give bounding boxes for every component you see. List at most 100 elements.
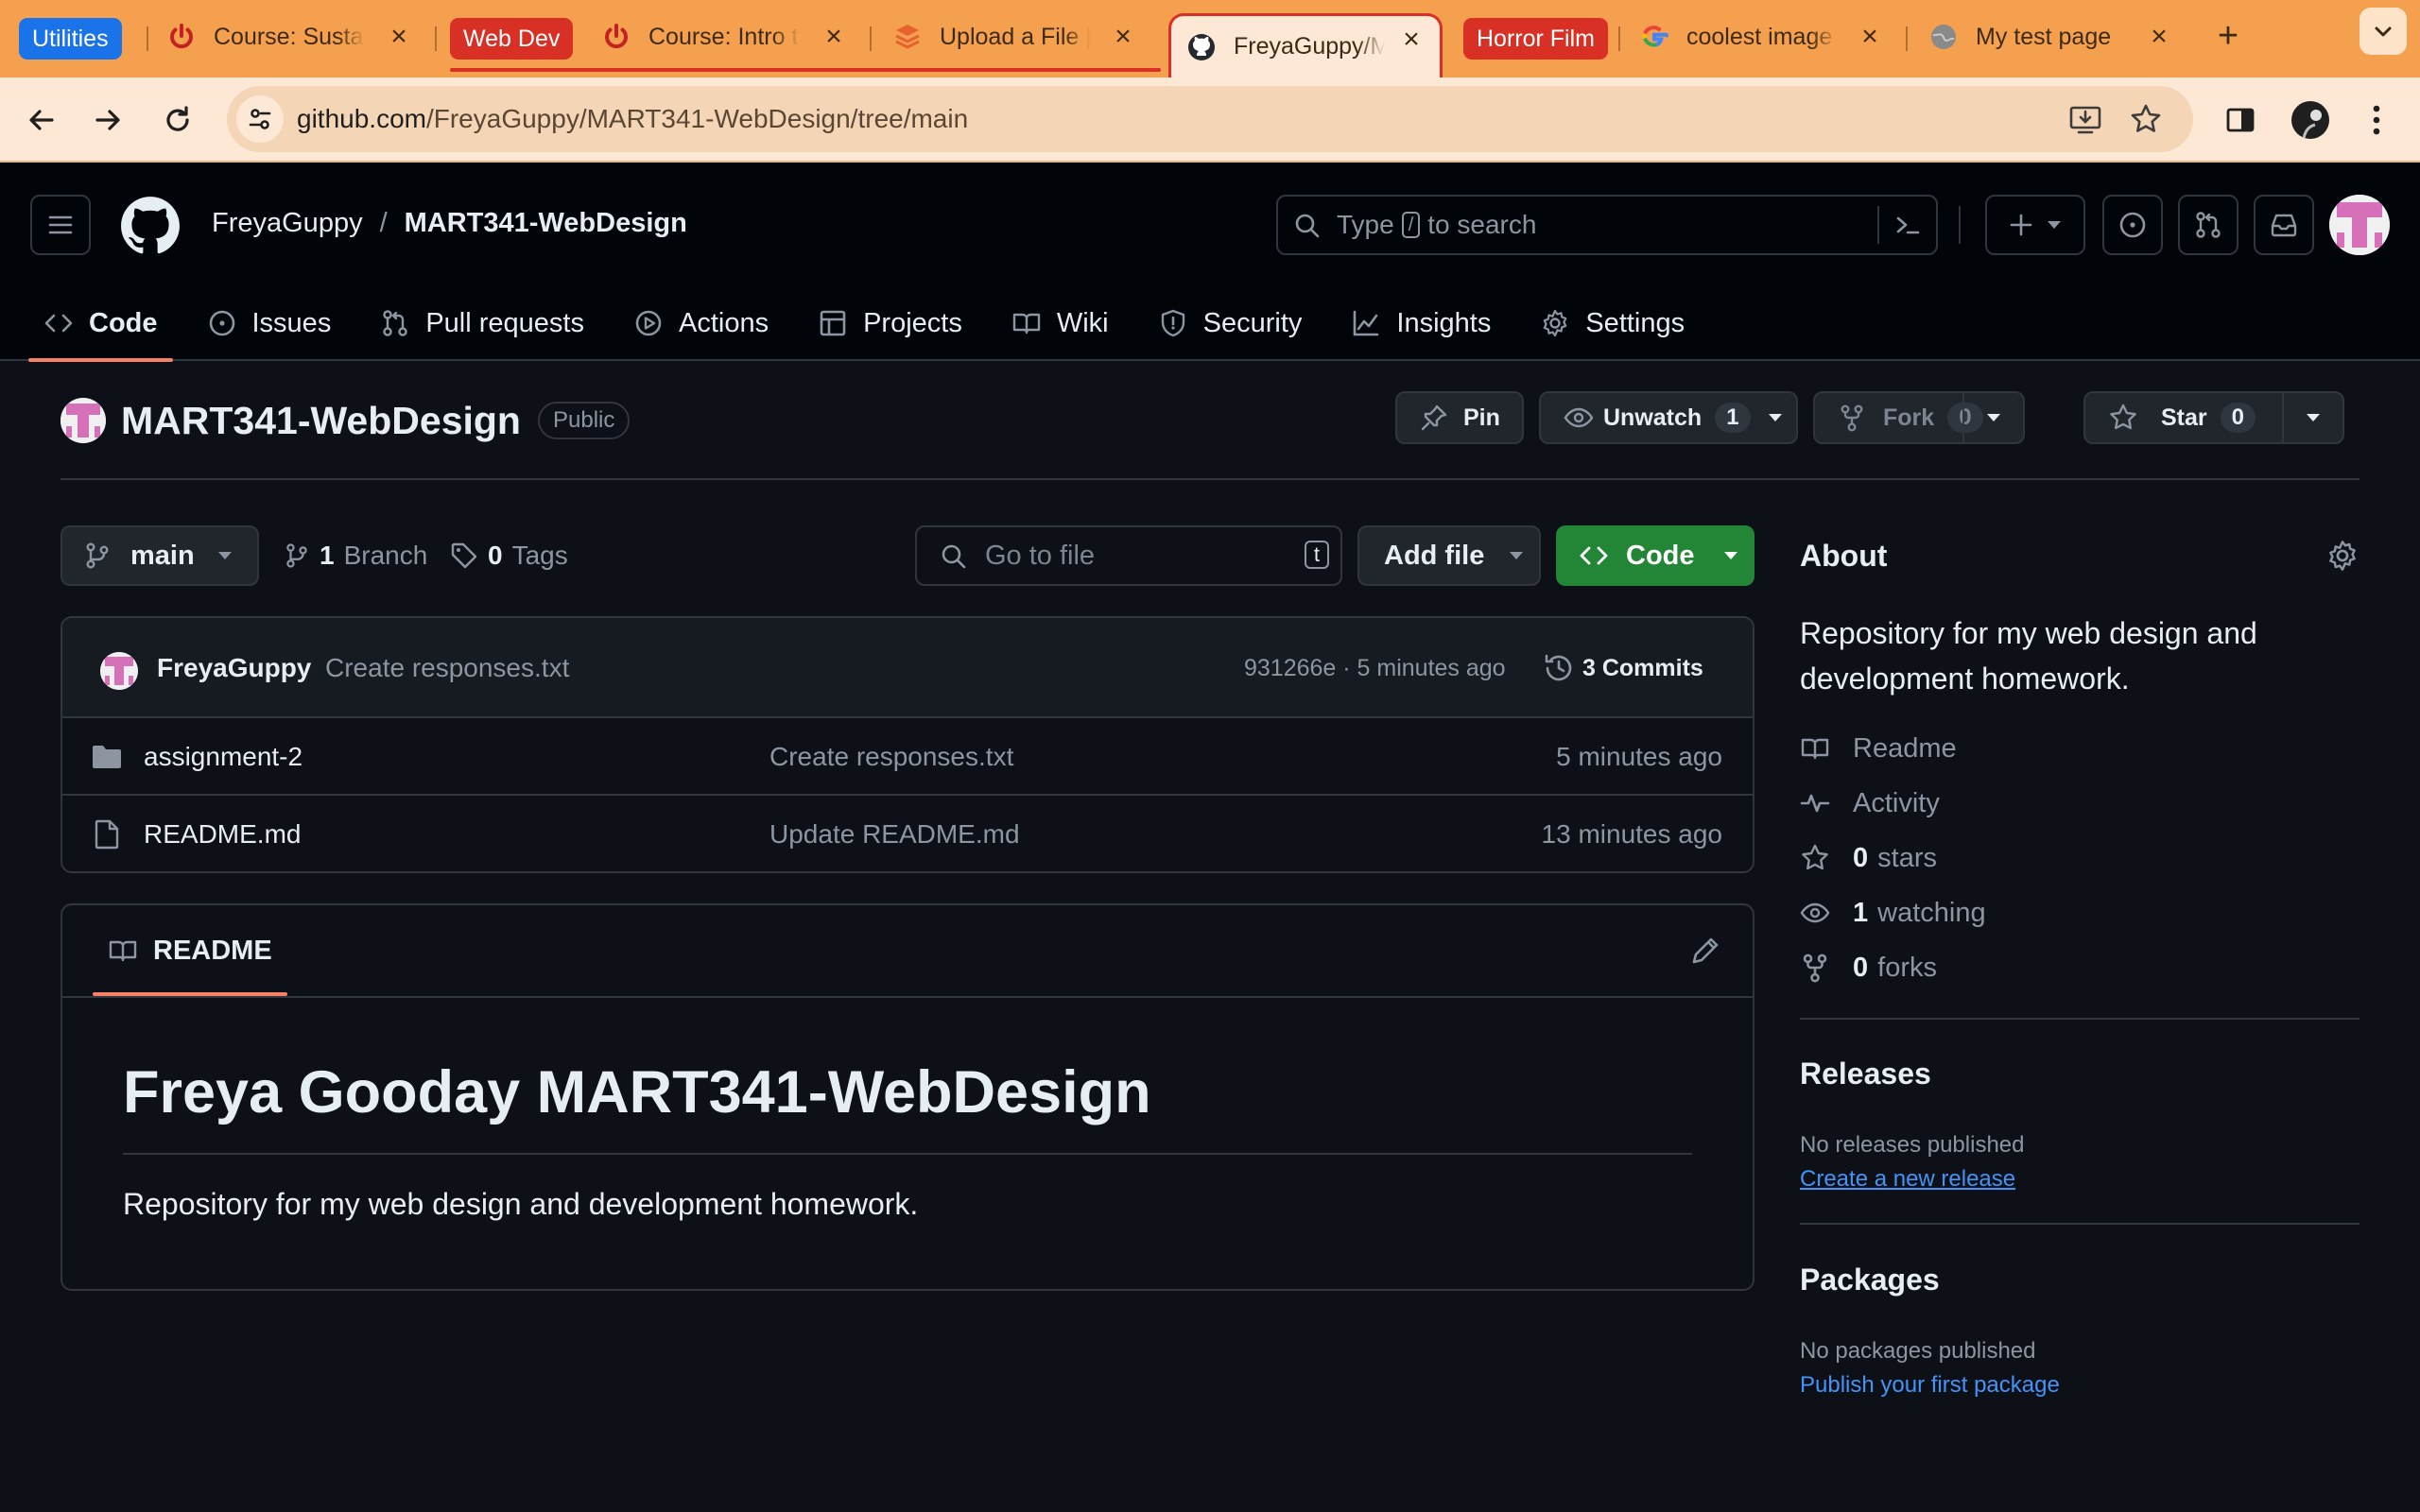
file-commit-message[interactable]: Create responses.txt <box>769 718 1013 796</box>
browser-tab[interactable]: Course: Sustai × <box>166 13 416 60</box>
tab-issues[interactable]: Issues <box>192 285 347 361</box>
bookmark-button[interactable] <box>2127 100 2165 138</box>
issues-button[interactable] <box>2102 195 2163 255</box>
reload-button[interactable] <box>151 94 204 146</box>
back-button[interactable] <box>15 94 68 146</box>
owner-avatar[interactable] <box>60 398 106 443</box>
file-name[interactable]: README.md <box>144 796 301 871</box>
gear-icon[interactable] <box>2325 539 2360 573</box>
browser-tab[interactable]: coolest image × <box>1639 13 1887 60</box>
tab-group-horror-film[interactable]: Horror Film <box>1463 18 1608 60</box>
close-icon[interactable]: × <box>1106 13 1140 60</box>
star-dropdown[interactable] <box>2282 393 2342 442</box>
go-to-file-input[interactable]: Go to file t <box>915 525 1342 586</box>
unwatch-button[interactable]: Unwatch 1 <box>1539 391 1798 444</box>
tab-security[interactable]: Security <box>1143 285 1318 361</box>
stars-label: stars <box>1877 842 1937 873</box>
pencil-icon[interactable] <box>1688 934 1722 968</box>
table-row[interactable]: assignment-2 Create responses.txt 5 minu… <box>62 718 1753 796</box>
create-release-link[interactable]: Create a new release <box>1800 1166 2015 1193</box>
tab-wiki[interactable]: Wiki <box>996 285 1124 361</box>
more-vertical-icon <box>2373 105 2380 135</box>
watch-count: 1 <box>1715 403 1751 433</box>
new-tab-button[interactable]: + <box>2207 15 2249 57</box>
publish-package-link[interactable]: Publish your first package <box>1800 1372 2060 1399</box>
repo-link[interactable]: MART341-WebDesign <box>405 208 687 239</box>
pin-button[interactable]: Pin <box>1395 391 1524 444</box>
projects-icon <box>820 310 846 336</box>
tab-group-utilities[interactable]: Utilities <box>19 18 122 60</box>
close-icon[interactable]: × <box>1394 16 1428 63</box>
address-bar[interactable]: github.com/FreyaGuppy/MART341-WebDesign/… <box>227 86 2193 152</box>
file-commit-message[interactable]: Update README.md <box>769 796 1020 871</box>
close-icon[interactable]: × <box>382 13 416 60</box>
star-button[interactable]: Star 0 <box>2083 391 2344 444</box>
branches-link[interactable]: 1 Branch <box>284 525 427 586</box>
inbox-icon <box>2271 214 2297 237</box>
stars-link[interactable]: 0 stars <box>1800 839 1937 877</box>
browser-tab[interactable]: Course: Intro t × <box>601 13 851 60</box>
globe-icon <box>1931 25 1956 49</box>
pull-requests-button[interactable] <box>2178 195 2238 255</box>
forks-link[interactable]: 0 forks <box>1800 949 1937 987</box>
tab-group-label: Web Dev <box>463 25 561 52</box>
tab-actions[interactable]: Actions <box>618 285 784 361</box>
branch-selector[interactable]: main <box>60 525 259 586</box>
site-info-button[interactable] <box>236 95 284 143</box>
fork-dropdown[interactable] <box>1962 393 2023 442</box>
profile-button[interactable] <box>2284 94 2337 146</box>
branch-name: main <box>130 540 195 571</box>
tab-pull-requests[interactable]: Pull requests <box>365 285 599 361</box>
tab-group-label: Horror Film <box>1477 25 1595 52</box>
power-icon <box>605 24 628 49</box>
tab-projects[interactable]: Projects <box>803 285 977 361</box>
commits-link[interactable]: 3 Commits <box>1543 618 1703 718</box>
close-icon[interactable]: × <box>817 13 851 60</box>
add-file-button[interactable]: Add file <box>1357 525 1541 586</box>
star-icon <box>1802 844 1828 870</box>
commit-message[interactable]: Create responses.txt <box>325 618 569 718</box>
repo-name[interactable]: MART341-WebDesign <box>121 399 521 443</box>
install-app-button[interactable] <box>2066 100 2104 138</box>
browser-tab-active[interactable]: FreyaGuppy/M × <box>1168 13 1443 77</box>
tab-settings[interactable]: Settings <box>1525 285 1700 361</box>
readme-tab[interactable]: README <box>93 905 287 996</box>
tags-link[interactable]: 0 Tags <box>450 525 568 586</box>
readme-heading: Freya Gooday MART341-WebDesign <box>123 1059 1151 1125</box>
commit-author[interactable]: FreyaGuppy <box>157 618 311 718</box>
releases-title[interactable]: Releases <box>1800 1057 1931 1091</box>
create-new-button[interactable] <box>1985 195 2085 255</box>
close-icon[interactable]: × <box>2142 13 2176 60</box>
github-logo[interactable] <box>119 195 182 257</box>
watching-link[interactable]: 1 watching <box>1800 894 1986 932</box>
command-palette-button[interactable] <box>1877 206 1936 244</box>
code-icon <box>1580 546 1608 565</box>
packages-title[interactable]: Packages <box>1800 1263 1940 1297</box>
inbox-button[interactable] <box>2254 195 2314 255</box>
file-age: 5 minutes ago <box>1556 742 1722 771</box>
tab-code[interactable]: Code <box>28 285 173 362</box>
search-input[interactable]: Type / to search <box>1276 195 1938 255</box>
side-panel-button[interactable] <box>2214 94 2267 146</box>
forward-button[interactable] <box>81 94 134 146</box>
owner-link[interactable]: FreyaGuppy <box>212 208 363 239</box>
tab-insights[interactable]: Insights <box>1336 285 1506 361</box>
close-icon[interactable]: × <box>1853 13 1887 60</box>
code-dropdown-button[interactable]: Code <box>1556 525 1754 586</box>
table-row[interactable]: README.md Update README.md 13 minutes ag… <box>62 796 1753 871</box>
tab-group-web-dev[interactable]: Web Dev <box>450 18 574 60</box>
caret-down-icon <box>1987 414 2000 421</box>
commit-sha-time[interactable]: 931266e · 5 minutes ago <box>1244 618 1506 718</box>
file-name[interactable]: assignment-2 <box>144 718 302 796</box>
user-avatar[interactable] <box>2329 195 2390 255</box>
readme-link[interactable]: Readme <box>1800 730 1957 767</box>
tab-search-button[interactable] <box>2360 8 2407 55</box>
menu-button[interactable] <box>30 195 91 255</box>
browser-menu-button[interactable] <box>2350 94 2403 146</box>
eye-icon <box>1800 902 1830 923</box>
commit-author-avatar[interactable] <box>100 652 138 690</box>
activity-link[interactable]: Activity <box>1800 784 1940 822</box>
browser-tab[interactable]: My test page × <box>1928 13 2176 60</box>
browser-tab[interactable]: Upload a File | × <box>892 13 1140 60</box>
fork-button[interactable]: Fork 0 <box>1813 391 2025 444</box>
